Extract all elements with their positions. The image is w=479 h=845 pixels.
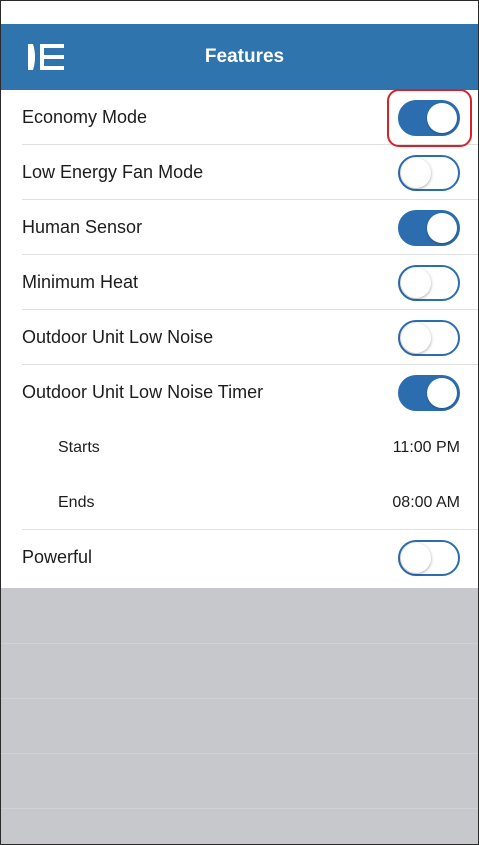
status-bar-area	[1, 1, 478, 24]
divider	[1, 753, 478, 754]
toggle-knob	[427, 377, 457, 408]
divider	[1, 643, 478, 644]
divider	[1, 698, 478, 699]
minimum-heat-toggle[interactable]	[398, 264, 460, 301]
divider	[1, 808, 478, 809]
row-low-energy-fan-mode: Low Energy Fan Mode	[1, 145, 478, 200]
powerful-label: Powerful	[22, 547, 93, 567]
economy-mode-toggle[interactable]	[398, 99, 460, 136]
row-timer-starts[interactable]: Starts 11:00 PM	[1, 420, 478, 475]
empty-table-area	[1, 588, 478, 844]
low-energy-fan-mode-toggle[interactable]	[398, 154, 460, 191]
row-human-sensor: Human Sensor	[1, 200, 478, 255]
row-powerful: Powerful	[1, 530, 478, 585]
timer-ends-label: Ends	[58, 493, 95, 511]
row-outdoor-unit-low-noise: Outdoor Unit Low Noise	[1, 310, 478, 365]
row-economy-mode: Economy Mode	[1, 90, 478, 145]
row-minimum-heat: Minimum Heat	[1, 255, 478, 310]
powerful-toggle[interactable]	[398, 539, 460, 576]
economy-mode-label: Economy Mode	[22, 107, 148, 127]
nav-header: Features	[1, 24, 478, 90]
timer-ends-value[interactable]: 08:00 AM	[392, 494, 460, 512]
toggle-knob	[401, 542, 431, 573]
toggle-knob	[401, 267, 431, 298]
human-sensor-label: Human Sensor	[22, 217, 143, 237]
minimum-heat-label: Minimum Heat	[22, 272, 139, 292]
toggle-knob	[401, 322, 431, 353]
screen: Features Economy Mode Low Energy Fan Mod…	[0, 0, 479, 845]
row-outdoor-unit-low-noise-timer: Outdoor Unit Low Noise Timer	[1, 365, 478, 420]
outdoor-unit-low-noise-timer-label: Outdoor Unit Low Noise Timer	[22, 382, 264, 402]
outdoor-unit-low-noise-timer-toggle[interactable]	[398, 374, 460, 411]
outdoor-unit-low-noise-label: Outdoor Unit Low Noise	[22, 327, 214, 347]
toggle-knob	[401, 157, 431, 188]
toggle-knob	[427, 212, 457, 243]
outdoor-unit-low-noise-toggle[interactable]	[398, 319, 460, 356]
timer-starts-label: Starts	[58, 438, 100, 456]
low-energy-fan-mode-label: Low Energy Fan Mode	[22, 162, 204, 182]
row-timer-ends[interactable]: Ends 08:00 AM	[1, 475, 478, 530]
timer-starts-value[interactable]: 11:00 PM	[393, 439, 460, 457]
page-title: Features	[204, 46, 285, 67]
human-sensor-toggle[interactable]	[398, 209, 460, 246]
toggle-knob	[427, 102, 457, 133]
features-list: Economy Mode Low Energy Fan Mode Human S…	[1, 90, 478, 585]
